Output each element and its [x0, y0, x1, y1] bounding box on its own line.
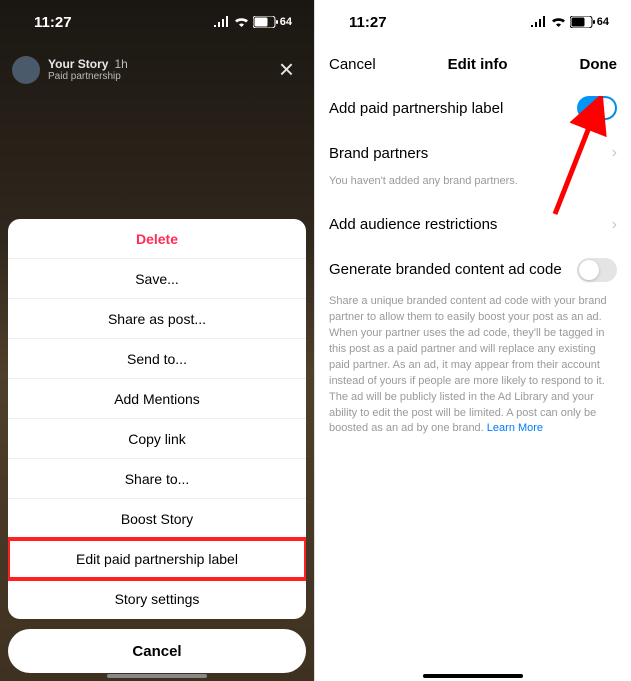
- status-bar: 11:27 64: [315, 0, 631, 44]
- sheet-item[interactable]: Edit paid partnership label: [8, 539, 306, 579]
- status-indicators: 64: [531, 14, 609, 31]
- brand-partners-label: Brand partners: [329, 145, 428, 162]
- status-indicators: 64: [214, 14, 292, 31]
- ad-code-label: Generate branded content ad code: [329, 261, 562, 278]
- phone-right: 11:27 64 Cancel Edit info Done Add paid …: [315, 0, 631, 681]
- sheet-item[interactable]: Boost Story: [8, 499, 306, 539]
- wifi-icon: [551, 14, 566, 31]
- sheet-item[interactable]: Share to...: [8, 459, 306, 499]
- story-header: Your Story 1h Paid partnership ×: [0, 46, 314, 93]
- nav-title: Edit info: [448, 56, 508, 73]
- battery-icon: 64: [570, 16, 609, 28]
- signal-icon: [531, 14, 547, 31]
- ad-code-helper: Share a unique branded content ad code w…: [329, 294, 617, 451]
- phone-left: 11:27 64 Your Story 1h Paid partnership …: [0, 0, 315, 681]
- nav-cancel-button[interactable]: Cancel: [329, 56, 376, 73]
- cancel-button[interactable]: Cancel: [8, 629, 306, 673]
- paid-partnership-row: Add paid partnership label: [329, 84, 617, 132]
- audience-restrictions-row[interactable]: Add audience restrictions ›: [329, 204, 617, 246]
- home-indicator[interactable]: [107, 674, 207, 678]
- chevron-right-icon: ›: [612, 144, 617, 162]
- sheet-item[interactable]: Add Mentions: [8, 379, 306, 419]
- paid-partnership-toggle[interactable]: [577, 96, 617, 120]
- story-time: 1h: [114, 57, 127, 71]
- action-sheet-group: DeleteSave...Share as post...Send to...A…: [8, 219, 306, 619]
- battery-icon: 64: [253, 16, 292, 28]
- close-icon[interactable]: ×: [271, 50, 302, 89]
- brand-partners-row[interactable]: Brand partners ›: [329, 132, 617, 174]
- sheet-item[interactable]: Story settings: [8, 579, 306, 619]
- paid-partnership-label: Add paid partnership label: [329, 100, 503, 117]
- nav-done-button[interactable]: Done: [579, 56, 617, 73]
- story-title-block: Your Story 1h Paid partnership: [48, 57, 263, 82]
- learn-more-link[interactable]: Learn More: [487, 422, 543, 434]
- status-time: 11:27: [34, 14, 72, 31]
- sheet-item[interactable]: Share as post...: [8, 299, 306, 339]
- action-sheet: DeleteSave...Share as post...Send to...A…: [8, 219, 306, 673]
- ad-code-toggle[interactable]: [577, 258, 617, 282]
- nav-bar: Cancel Edit info Done: [315, 44, 631, 84]
- brand-partners-helper: You haven't added any brand partners.: [329, 174, 617, 204]
- story-subtitle: Paid partnership: [48, 71, 263, 82]
- sheet-item[interactable]: Send to...: [8, 339, 306, 379]
- audience-restrictions-label: Add audience restrictions: [329, 216, 497, 233]
- sheet-item[interactable]: Save...: [8, 259, 306, 299]
- home-indicator[interactable]: [423, 674, 523, 678]
- status-bar: 11:27 64: [0, 0, 314, 44]
- signal-icon: [214, 14, 230, 31]
- chevron-right-icon: ›: [612, 216, 617, 234]
- sheet-item[interactable]: Delete: [8, 219, 306, 259]
- avatar[interactable]: [12, 56, 40, 84]
- sheet-item[interactable]: Copy link: [8, 419, 306, 459]
- ad-code-row: Generate branded content ad code: [329, 246, 617, 294]
- story-title[interactable]: Your Story: [48, 57, 108, 71]
- settings-list: Add paid partnership label Brand partner…: [315, 84, 631, 451]
- wifi-icon: [234, 14, 249, 31]
- status-time: 11:27: [349, 14, 387, 31]
